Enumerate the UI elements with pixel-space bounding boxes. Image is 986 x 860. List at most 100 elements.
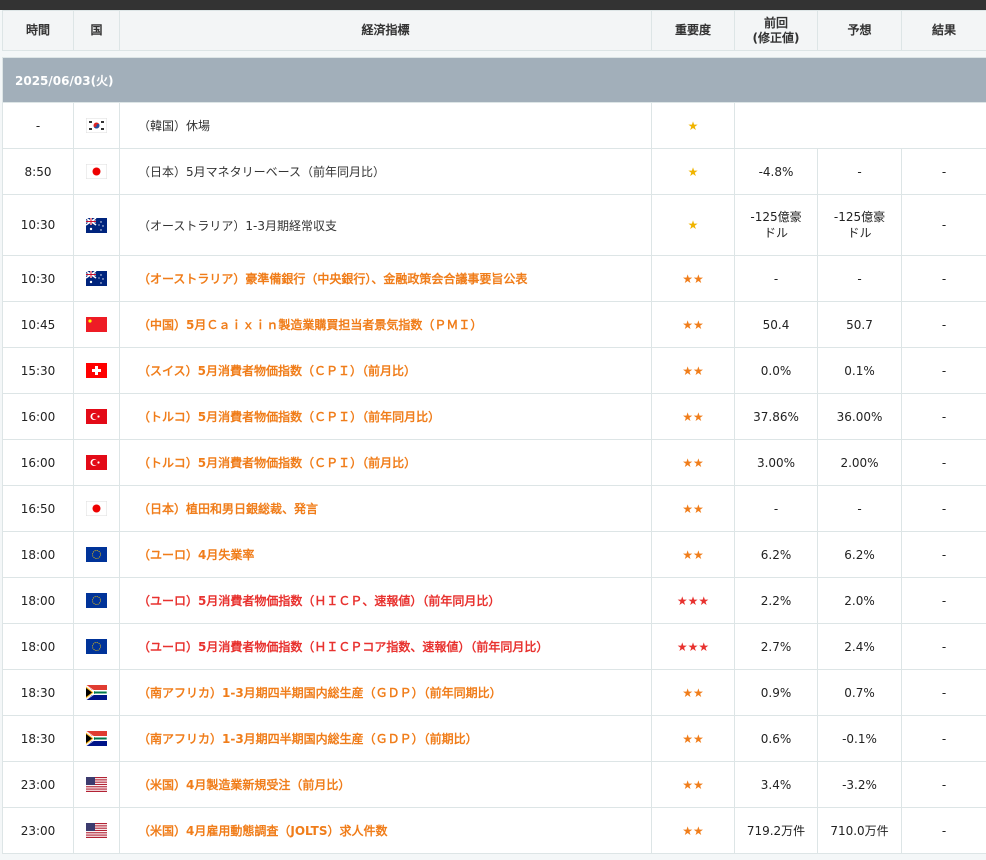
flag-jp-icon xyxy=(86,164,107,179)
event-time: 23:00 xyxy=(2,761,74,808)
header-previous-revised-label: (修正値) xyxy=(752,30,800,45)
event-time: 16:00 xyxy=(2,439,74,486)
country-flag-cell xyxy=(73,439,120,486)
forecast-value: 2.0% xyxy=(817,577,902,624)
importance-stars: ★★ xyxy=(651,439,735,486)
country-flag-cell xyxy=(73,669,120,716)
forecast-value: 710.0万件 xyxy=(817,807,902,854)
importance-stars: ★★ xyxy=(651,531,735,578)
calendar-table: 2025/06/03(火) - （韓国）休場 ★ 8:50 （日本）5月マネタリーベース… xyxy=(1,57,986,854)
event-name[interactable]: （日本）5月マネタリーベース（前年同月比） xyxy=(119,148,652,195)
previous-value: 37.86% xyxy=(734,393,818,440)
importance-stars: ★ xyxy=(651,148,735,195)
event-name[interactable]: （日本）植田和男日銀総裁、発言 xyxy=(119,485,652,532)
header-result: 結果 xyxy=(901,10,986,51)
country-flag-cell xyxy=(73,347,120,394)
header-forecast: 予想 xyxy=(817,10,902,51)
event-name[interactable]: （米国）4月製造業新規受注（前月比） xyxy=(119,761,652,808)
event-row: 18:00 （ユーロ）5月消費者物価指数（ＨＩＣＰコア指数、速報値）（前年同月比）… xyxy=(2,623,986,670)
event-row: - （韓国）休場 ★ xyxy=(2,102,986,149)
event-time: 15:30 xyxy=(2,347,74,394)
importance-stars: ★★ xyxy=(651,715,735,762)
importance-stars: ★★ xyxy=(651,301,735,348)
flag-jp-icon xyxy=(86,501,107,516)
event-time: 18:00 xyxy=(2,623,74,670)
importance-stars: ★★★ xyxy=(651,623,735,670)
forecast-value: -3.2% xyxy=(817,761,902,808)
flag-kr-icon xyxy=(86,118,107,133)
result-value: - xyxy=(900,623,986,670)
event-name[interactable]: （米国）4月雇用動態調査（JOLTS）求人件数 xyxy=(119,807,652,854)
previous-value: 0.6% xyxy=(734,715,818,762)
forecast-value: 0.7% xyxy=(817,669,902,716)
event-time: 10:45 xyxy=(2,301,74,348)
event-row: 10:45 （中国）5月Ｃａｉｘｉｎ製造業購買担当者景気指数（ＰＭＩ） ★★ 50.4… xyxy=(2,301,986,348)
event-name[interactable]: （ユーロ）5月消費者物価指数（ＨＩＣＰ、速報値）（前年同月比） xyxy=(119,577,652,624)
forecast-value: - xyxy=(817,148,902,195)
event-name[interactable]: （オーストラリア）豪準備銀行（中央銀行）、金融政策会合議事要旨公表 xyxy=(119,255,652,302)
result-value: - xyxy=(900,577,986,624)
header-indicator: 経済指標 xyxy=(119,10,652,51)
result-value: - xyxy=(900,807,986,854)
previous-value: - xyxy=(734,255,818,302)
result-value: - xyxy=(900,301,986,348)
previous-value: 6.2% xyxy=(734,531,818,578)
event-row: 10:30 （オーストラリア）1-3月期経常収支 ★ -125億豪ドル -125億豪ドル… xyxy=(2,194,986,256)
flag-au-icon xyxy=(86,217,107,233)
event-row: 10:30 （オーストラリア）豪準備銀行（中央銀行）、金融政策会合議事要旨公表 ★★… xyxy=(2,255,986,302)
importance-stars: ★★ xyxy=(651,393,735,440)
event-name[interactable]: （ユーロ）5月消費者物価指数（ＨＩＣＰコア指数、速報値）（前年同月比） xyxy=(119,623,652,670)
event-name[interactable]: （南アフリカ）1-3月期四半期国内総生産（ＧＤＰ）（前期比） xyxy=(119,715,652,762)
flag-tr-icon xyxy=(86,455,107,470)
event-name[interactable]: （オーストラリア）1-3月期経常収支 xyxy=(119,194,652,256)
top-bar xyxy=(0,0,986,10)
result-value: - xyxy=(900,255,986,302)
event-name[interactable]: （南アフリカ）1-3月期四半期国内総生産（ＧＤＰ）（前年同期比） xyxy=(119,669,652,716)
result-value: - xyxy=(900,194,986,256)
flag-us-icon xyxy=(86,777,107,792)
previous-value: 0.0% xyxy=(734,347,818,394)
flag-us-icon xyxy=(86,823,107,838)
event-name[interactable]: （韓国）休場 xyxy=(119,102,652,149)
empty-values xyxy=(733,102,986,149)
importance-stars: ★★ xyxy=(651,347,735,394)
header-previous-label: 前回 xyxy=(763,15,788,30)
event-name[interactable]: （トルコ）5月消費者物価指数（ＣＰＩ）（前月比） xyxy=(119,439,652,486)
event-name[interactable]: （中国）5月Ｃａｉｘｉｎ製造業購買担当者景気指数（ＰＭＩ） xyxy=(119,301,652,348)
result-value: - xyxy=(900,148,986,195)
event-row: 16:00 （トルコ）5月消費者物価指数（ＣＰＩ）（前年同月比） ★★ 37.86% 3… xyxy=(2,393,986,440)
event-row: 23:00 （米国）4月雇用動態調査（JOLTS）求人件数 ★★ 719.2万件 710… xyxy=(2,807,986,854)
event-name[interactable]: （トルコ）5月消費者物価指数（ＣＰＩ）（前年同月比） xyxy=(119,393,652,440)
event-name[interactable]: （スイス）5月消費者物価指数（ＣＰＩ）（前月比） xyxy=(119,347,652,394)
previous-value: 3.4% xyxy=(734,761,818,808)
event-row: 23:00 （米国）4月製造業新規受注（前月比） ★★ 3.4% -3.2% - xyxy=(2,761,986,808)
event-time: 23:00 xyxy=(2,807,74,854)
event-time: - xyxy=(2,102,74,149)
forecast-value: 0.1% xyxy=(817,347,902,394)
event-row: 15:30 （スイス）5月消費者物価指数（ＣＰＩ）（前月比） ★★ 0.0% 0.1% - xyxy=(2,347,986,394)
event-row: 8:50 （日本）5月マネタリーベース（前年同月比） ★ -4.8% - - xyxy=(2,148,986,195)
flag-au-icon xyxy=(86,271,107,286)
country-flag-cell xyxy=(73,485,120,532)
importance-stars: ★★★ xyxy=(651,577,735,624)
country-flag-cell xyxy=(73,148,120,195)
importance-stars: ★★ xyxy=(651,485,735,532)
importance-stars: ★★ xyxy=(651,761,735,808)
result-value: - xyxy=(900,531,986,578)
forecast-value: -125億豪ドル xyxy=(817,194,902,256)
flag-eu-icon xyxy=(86,593,107,608)
forecast-value: 2.00% xyxy=(817,439,902,486)
header-time: 時間 xyxy=(2,10,74,51)
country-flag-cell xyxy=(73,761,120,808)
importance-stars: ★★ xyxy=(651,807,735,854)
previous-value: -125億豪ドル xyxy=(734,194,818,256)
forecast-value: 36.00% xyxy=(817,393,902,440)
event-name[interactable]: （ユーロ）4月失業率 xyxy=(119,531,652,578)
event-time: 18:30 xyxy=(2,669,74,716)
previous-value: 719.2万件 xyxy=(734,807,818,854)
result-value: - xyxy=(900,347,986,394)
event-row: 18:30 （南アフリカ）1-3月期四半期国内総生産（ＧＤＰ）（前年同期比） ★★ 0… xyxy=(2,669,986,716)
country-flag-cell xyxy=(73,255,120,302)
previous-value: 2.2% xyxy=(734,577,818,624)
country-flag-cell xyxy=(73,623,120,670)
